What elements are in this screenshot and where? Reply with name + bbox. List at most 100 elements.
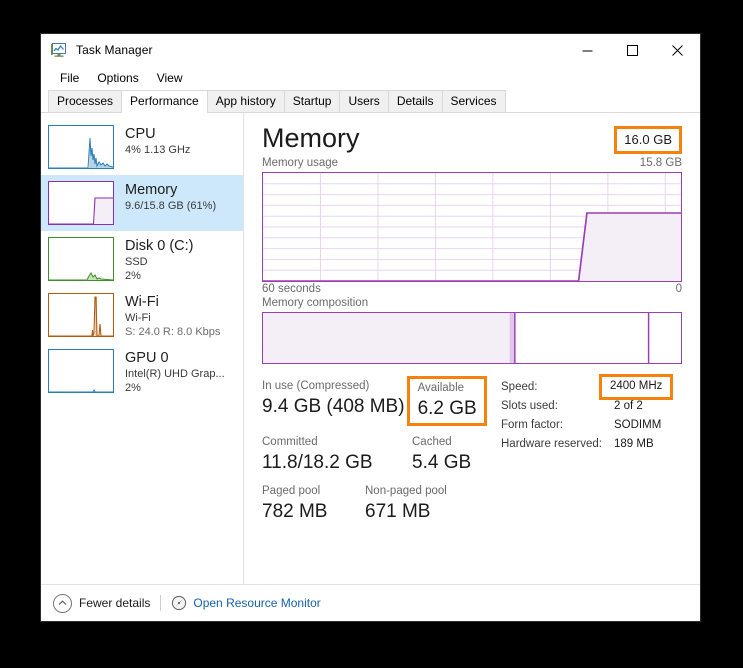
hardware-row-reserved: Hardware reserved: 189 MB xyxy=(501,435,682,454)
window-title: Task Manager xyxy=(76,43,153,57)
tab-services[interactable]: Services xyxy=(442,90,506,112)
stat-label-committed: Committed xyxy=(262,434,412,450)
open-resource-monitor-link[interactable]: Open Resource Monitor xyxy=(193,596,320,610)
stat-label-cached: Cached xyxy=(412,434,471,450)
stat-paged-pool: Paged pool 782 MB xyxy=(262,483,365,524)
window-controls xyxy=(565,34,700,66)
sidebar-item-wifi[interactable]: Wi-Fi Wi-Fi S: 24.0 R: 8.0 Kbps xyxy=(41,287,243,343)
sidebar-item-label: Disk 0 (C:) xyxy=(125,237,193,255)
cpu-thumbnail xyxy=(48,125,114,169)
menu-options[interactable]: Options xyxy=(88,68,147,88)
gpu-thumbnail xyxy=(48,349,114,393)
graph-axis-row: 60 seconds 0 xyxy=(262,283,682,295)
sidebar-text-cpu: CPU 4% 1.13 GHz xyxy=(125,125,190,157)
sidebar-item-disk[interactable]: Disk 0 (C:) SSD 2% xyxy=(41,231,243,287)
hardware-key-form-factor: Form factor: xyxy=(501,416,614,435)
stat-value-cached: 5.4 GB xyxy=(412,450,471,475)
maximize-button[interactable] xyxy=(610,34,655,66)
task-manager-window: Task Manager File Options View Processes xyxy=(40,33,701,622)
menu-view[interactable]: View xyxy=(148,68,192,88)
sidebar-item-gpu[interactable]: GPU 0 Intel(R) UHD Grap... 2% xyxy=(41,343,243,399)
stat-label-in-use: In use (Compressed) xyxy=(262,378,405,394)
tab-users[interactable]: Users xyxy=(339,90,388,112)
usage-caption-row: Memory usage 15.8 GB xyxy=(262,157,682,169)
wifi-thumbnail xyxy=(48,293,114,337)
menu-file[interactable]: File xyxy=(51,68,88,88)
sidebar-item-label: Memory xyxy=(125,181,216,199)
sidebar-item-detail: Intel(R) UHD Grap... xyxy=(125,367,225,381)
sidebar-item-detail: Wi-Fi xyxy=(125,311,220,325)
stat-value-paged-pool: 782 MB xyxy=(262,499,365,524)
memory-hardware-info: Speed: 2400 MHz Slots used: 2 of 2 Form … xyxy=(493,378,682,532)
sidebar-text-wifi: Wi-Fi Wi-Fi S: 24.0 R: 8.0 Kbps xyxy=(125,293,220,339)
screen: Task Manager File Options View Processes xyxy=(0,0,743,668)
stat-label-available: Available xyxy=(418,380,477,396)
sidebar-item-detail: 4% 1.13 GHz xyxy=(125,143,190,157)
sidebar-text-disk: Disk 0 (C:) SSD 2% xyxy=(125,237,193,283)
stat-row-pools: Paged pool 782 MB Non-paged pool 671 MB xyxy=(262,483,493,524)
sidebar-item-memory[interactable]: Memory 9.6/15.8 GB (61%) xyxy=(41,175,243,231)
hardware-key-reserved: Hardware reserved: xyxy=(501,435,614,454)
stat-nonpaged-pool: Non-paged pool 671 MB xyxy=(365,483,447,524)
tab-startup[interactable]: Startup xyxy=(284,90,341,112)
sidebar-text-memory: Memory 9.6/15.8 GB (61%) xyxy=(125,181,216,213)
stat-label-paged-pool: Paged pool xyxy=(262,483,365,499)
axis-label-left: 60 seconds xyxy=(262,283,321,295)
stat-cached: Cached 5.4 GB xyxy=(412,434,471,475)
memory-usage-graph-wrap: 60 seconds 0 xyxy=(262,172,682,295)
fewer-details-button[interactable]: Fewer details xyxy=(79,596,150,610)
resource-monitor-icon xyxy=(171,595,187,611)
sidebar-item-cpu[interactable]: CPU 4% 1.13 GHz xyxy=(41,119,243,175)
tab-details[interactable]: Details xyxy=(388,90,443,112)
memory-detail-panel: Memory 16.0 GB Memory usage 15.8 GB xyxy=(244,113,700,584)
sidebar-item-label: Wi-Fi xyxy=(125,293,220,311)
stat-value-in-use: 9.4 GB (408 MB) xyxy=(262,394,405,419)
hardware-row-form-factor: Form factor: SODIMM xyxy=(501,416,682,435)
tab-app-history[interactable]: App history xyxy=(207,90,285,112)
sidebar-item-label: CPU xyxy=(125,125,190,143)
usage-max-label: 15.8 GB xyxy=(640,157,682,169)
composition-label: Memory composition xyxy=(262,297,682,309)
stat-row-committed-cached: Committed 11.8/18.2 GB Cached 5.4 GB xyxy=(262,434,493,475)
hardware-key-slots: Slots used: xyxy=(501,397,614,416)
stat-in-use: In use (Compressed) 9.4 GB (408 MB) xyxy=(262,378,405,426)
sidebar-item-detail: 9.6/15.8 GB (61%) xyxy=(125,199,216,213)
memory-thumbnail xyxy=(48,181,114,225)
title-bar: Task Manager xyxy=(41,34,700,66)
tab-processes[interactable]: Processes xyxy=(48,90,122,112)
stat-value-available: 6.2 GB xyxy=(418,396,477,421)
memory-composition-bar[interactable] xyxy=(262,312,682,364)
sidebar-item-label: GPU 0 xyxy=(125,349,225,367)
axis-label-right: 0 xyxy=(676,283,682,295)
minimize-button[interactable] xyxy=(565,34,610,66)
hardware-value-form-factor: SODIMM xyxy=(614,416,661,435)
stat-label-nonpaged-pool: Non-paged pool xyxy=(365,483,447,499)
window-body: CPU 4% 1.13 GHz Memory 9.6/15.8 GB (61%) xyxy=(41,113,700,584)
tab-strip: Processes Performance App history Startu… xyxy=(41,90,700,113)
tab-performance[interactable]: Performance xyxy=(121,90,208,113)
chevron-up-icon[interactable] xyxy=(53,594,72,613)
stat-available-highlight: Available 6.2 GB xyxy=(407,376,487,426)
hardware-value-reserved: 189 MB xyxy=(614,435,654,454)
memory-speed-highlight: 2400 MHz xyxy=(599,374,673,400)
memory-stats: In use (Compressed) 9.4 GB (408 MB) Avai… xyxy=(262,378,682,532)
disk-thumbnail xyxy=(48,237,114,281)
memory-stats-left: In use (Compressed) 9.4 GB (408 MB) Avai… xyxy=(262,378,493,532)
sidebar-item-detail-2: 2% xyxy=(125,269,193,283)
footer-divider xyxy=(160,595,161,611)
task-manager-icon xyxy=(50,41,68,59)
menu-bar: File Options View xyxy=(41,66,700,90)
page-title: Memory xyxy=(262,121,360,155)
memory-usage-graph xyxy=(262,172,682,282)
status-bar: Fewer details Open Resource Monitor xyxy=(41,584,700,621)
resource-sidebar: CPU 4% 1.13 GHz Memory 9.6/15.8 GB (61%) xyxy=(41,113,244,584)
stat-value-nonpaged-pool: 671 MB xyxy=(365,499,447,524)
sidebar-text-gpu: GPU 0 Intel(R) UHD Grap... 2% xyxy=(125,349,225,395)
sidebar-item-detail-2: S: 24.0 R: 8.0 Kbps xyxy=(125,325,220,339)
usage-label: Memory usage xyxy=(262,157,338,169)
panel-header: Memory 16.0 GB xyxy=(262,121,682,155)
stat-committed: Committed 11.8/18.2 GB xyxy=(262,434,412,475)
stat-row-inuse-available: In use (Compressed) 9.4 GB (408 MB) Avai… xyxy=(262,378,493,426)
close-button[interactable] xyxy=(655,34,700,66)
memory-capacity-badge: 16.0 GB xyxy=(614,126,682,154)
